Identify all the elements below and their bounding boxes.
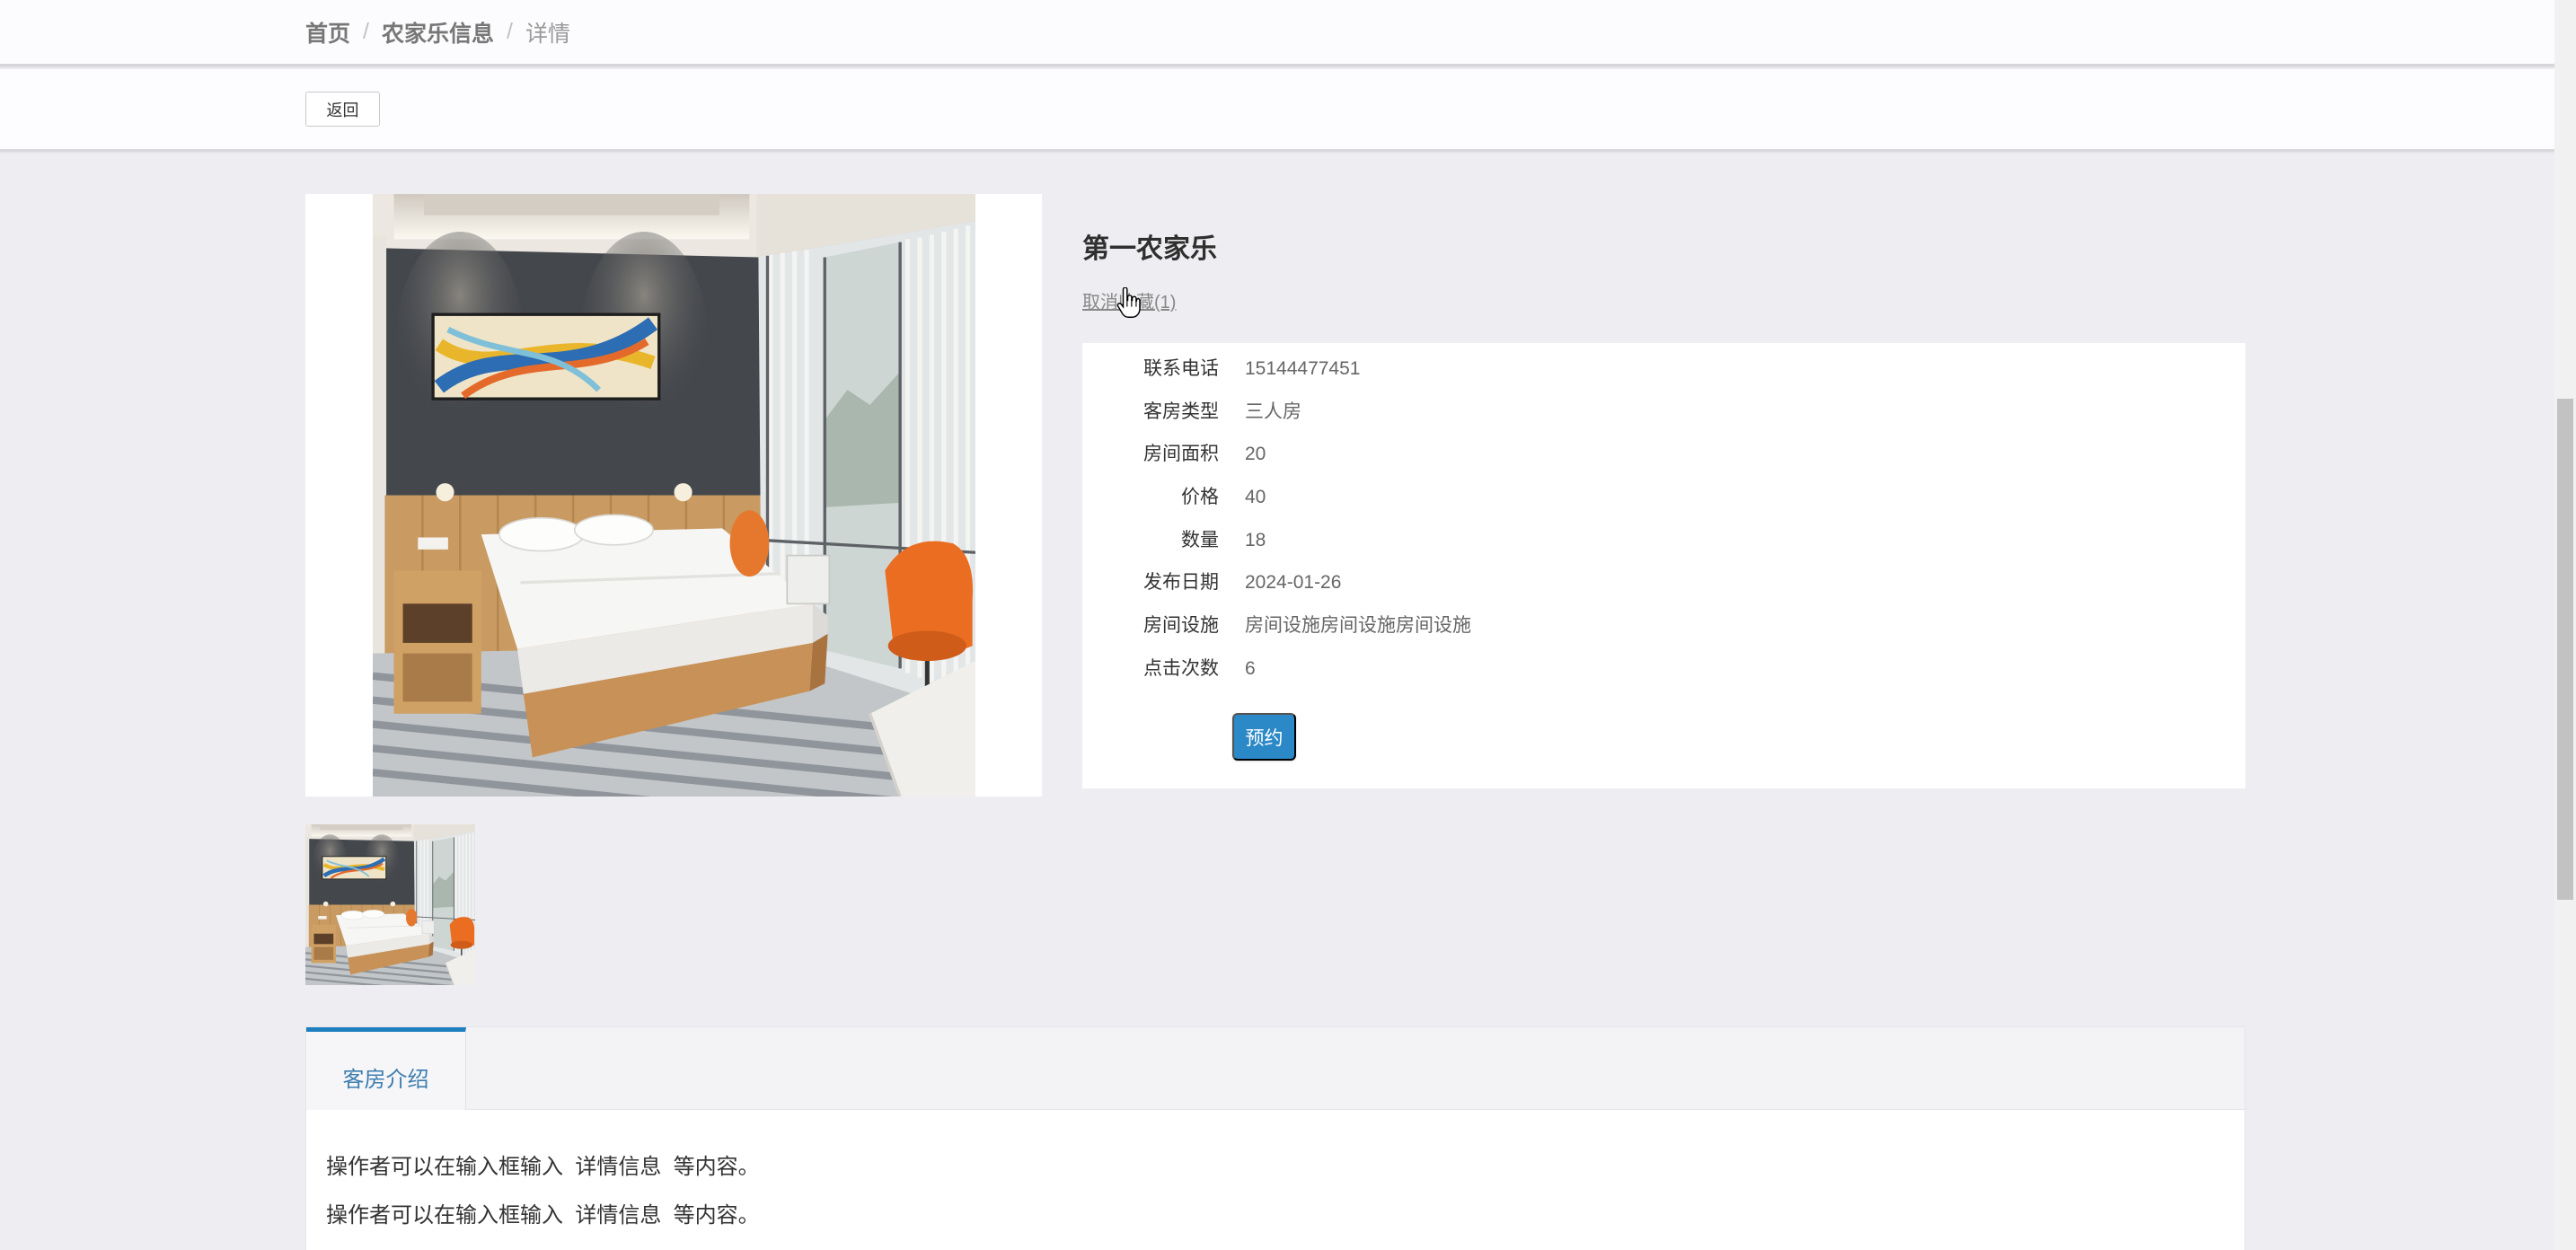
field-label: 价格 [1181,487,1219,508]
field-value: 2024-01-26 [1245,572,1342,594]
book-button[interactable]: 预约 [1232,713,1296,761]
field-label: 发布日期 [1143,572,1219,594]
field-label: 联系电话 [1143,358,1219,379]
intro-text-line: 操作者可以在输入框输入 详情信息 等内容。 [326,1155,760,1179]
breadcrumb-bar: 首页 / 农家乐信息 / 详情 [0,0,2554,66]
field-value: 15144477451 [1245,358,1361,379]
field-row-publish-date: 发布日期 2024-01-26 [1082,561,2245,604]
field-value: 6 [1245,657,1256,679]
main-image-frame [305,194,1042,797]
field-value: 房间设施房间设施房间设施 [1245,615,1471,637]
field-row-click-count: 点击次数 6 [1082,647,2245,691]
field-row-facilities: 房间设施 房间设施房间设施房间设施 [1082,604,2245,647]
tab-section: 客房介绍 操作者可以在输入框输入 详情信息 等内容。 操作者可以在输入框输入 详… [305,1026,2245,1250]
scrollbar-thumb[interactable] [2557,399,2573,900]
field-label: 房间设施 [1143,615,1219,637]
action-bar: 返回 [0,69,2554,152]
field-row-price: 价格 40 [1082,476,2245,519]
field-value: 40 [1245,487,1266,508]
page-title: 第一农家乐 [1082,234,1217,264]
page-scrollbar[interactable] [2554,0,2576,1250]
field-row-quantity: 数量 18 [1082,519,2245,562]
tab-bar: 客房介绍 [306,1027,2245,1110]
breadcrumb-home-link[interactable]: 首页 [305,16,350,48]
field-row-room-area: 房间面积 20 [1082,433,2245,476]
field-value: 18 [1245,529,1266,550]
detail-info-panel: 联系电话 15144477451 客房类型 三人房 房间面积 20 价格 40 … [1082,343,2245,788]
intro-text-line: 操作者可以在输入框输入 详情信息 等内容。 [326,1203,760,1228]
field-label: 点击次数 [1143,657,1219,679]
breadcrumb-section-link[interactable]: 农家乐信息 [382,16,494,48]
tab-content: 操作者可以在输入框输入 详情信息 等内容。 操作者可以在输入框输入 详情信息 等… [306,1110,2245,1250]
thumbnail-room-image [305,824,475,985]
field-list: 联系电话 15144477451 客房类型 三人房 房间面积 20 价格 40 … [1082,348,2245,691]
field-value: 三人房 [1245,401,1301,422]
breadcrumb: 首页 / 农家乐信息 / 详情 [305,0,570,64]
main-room-image [373,194,975,797]
breadcrumb-separator: / [506,19,513,44]
gallery-thumbnail[interactable] [305,824,475,985]
breadcrumb-current: 详情 [525,21,570,47]
field-label: 客房类型 [1143,401,1219,422]
tab-room-intro[interactable]: 客房介绍 [306,1027,466,1110]
field-label: 数量 [1181,529,1219,550]
field-value: 20 [1245,444,1266,465]
field-label: 房间面积 [1143,444,1219,465]
back-button[interactable]: 返回 [305,92,380,127]
field-row-phone: 联系电话 15144477451 [1082,348,2245,391]
field-row-room-type: 客房类型 三人房 [1082,391,2245,434]
breadcrumb-separator: / [363,19,369,44]
hand-cursor-icon [1116,287,1141,318]
